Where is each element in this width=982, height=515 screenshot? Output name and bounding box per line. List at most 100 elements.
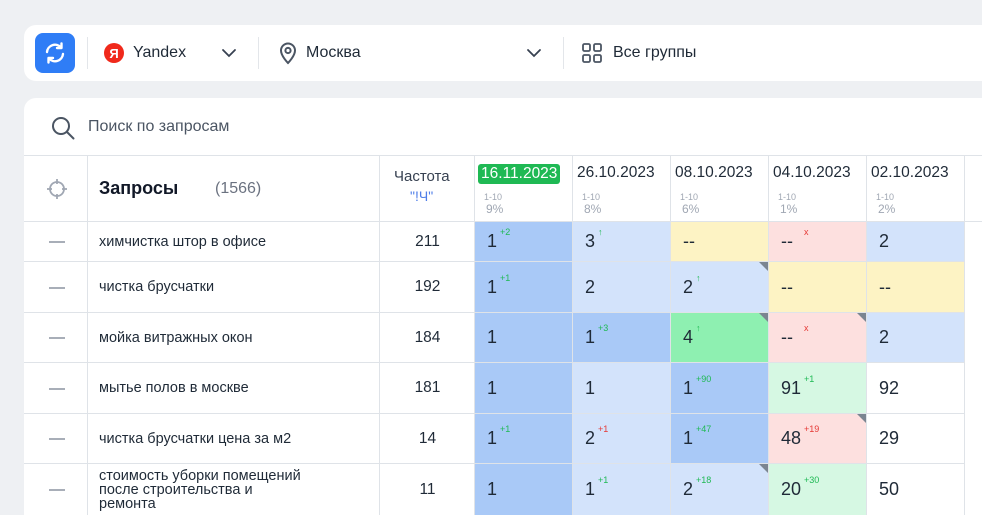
- query-cell[interactable]: мытье полов в москве: [88, 363, 380, 414]
- query-text: стоимость уборки помещений после строите…: [99, 467, 301, 512]
- row-select-cell[interactable]: [24, 414, 88, 464]
- position-cell[interactable]: 1 +90: [671, 363, 769, 414]
- position-change: +18: [696, 475, 712, 485]
- chevron-down-icon[interactable]: [220, 44, 238, 62]
- header-date-cell[interactable]: 04.10.2023 1-10 1%: [769, 156, 867, 221]
- query-text: чистка брусчатки: [99, 279, 215, 295]
- query-cell[interactable]: стоимость уборки помещений после строите…: [88, 464, 380, 515]
- position-cell[interactable]: 1: [475, 464, 573, 515]
- note-marker-icon: [759, 262, 768, 271]
- location-pin-icon: [279, 42, 297, 65]
- divider: [87, 37, 88, 69]
- position-cell[interactable]: 1: [475, 313, 573, 363]
- table-row[interactable]: мойка витражных окон 184 1 1 +3 4 ↑ -- x 2: [24, 313, 982, 363]
- position-cell[interactable]: 1 +2: [475, 222, 573, 262]
- position-cell[interactable]: --: [769, 262, 867, 313]
- divider: [563, 37, 564, 69]
- table-row[interactable]: химчистка штор в офисе 211 1 +2 3 ↑ -- -- x 2: [24, 222, 982, 262]
- table-row[interactable]: чистка брусчатки цена за м2 14 1 +1 2 +1 1 +47 4…: [24, 414, 982, 464]
- position-cell[interactable]: 50: [867, 464, 965, 515]
- position-value: 20: [781, 479, 802, 499]
- position-cell[interactable]: 1: [475, 363, 573, 414]
- engine-selector[interactable]: Я Yandex: [104, 39, 186, 67]
- position-cell[interactable]: 3 ↑: [573, 222, 671, 262]
- position-cell[interactable]: 1: [573, 363, 671, 414]
- header-freq-cell[interactable]: Частота "!Ч": [380, 156, 475, 221]
- header-date-cell[interactable]: 02.10.2023 1-10 2%: [867, 156, 965, 221]
- position-cell[interactable]: 2 ↑: [671, 262, 769, 313]
- position-cell[interactable]: 4 ↑: [671, 313, 769, 363]
- note-marker-icon: [759, 464, 768, 473]
- date-label: 26.10.2023: [577, 164, 655, 181]
- position-cell[interactable]: 1 +3: [573, 313, 671, 363]
- position-cell[interactable]: 2 +18: [671, 464, 769, 515]
- position-cell[interactable]: 20 +30: [769, 464, 867, 515]
- position-value: 3: [585, 231, 596, 251]
- position-cell[interactable]: 2: [867, 222, 965, 262]
- position-value: 29: [879, 428, 900, 448]
- row-select-cell[interactable]: [24, 222, 88, 262]
- frequency-value: 181: [414, 379, 441, 396]
- query-cell[interactable]: мойка витражных окон: [88, 313, 380, 363]
- engine-label: Yandex: [133, 44, 187, 61]
- chevron-down-icon[interactable]: [525, 44, 543, 62]
- position-cell[interactable]: 92: [867, 363, 965, 414]
- refresh-button[interactable]: [35, 33, 75, 73]
- frequency-cell: 184: [380, 313, 475, 363]
- position-cell[interactable]: -- x: [769, 313, 867, 363]
- position-cell[interactable]: 1 +1: [475, 414, 573, 464]
- queries-panel: Запросы (1566) Частота "!Ч" 16.11.20231-…: [24, 98, 982, 515]
- frequency-cell: 211: [380, 222, 475, 262]
- header-date-cell[interactable]: 08.10.2023 1-10 6%: [671, 156, 769, 221]
- position-cell[interactable]: --: [867, 262, 965, 313]
- position-value: --: [683, 231, 695, 251]
- query-cell[interactable]: химчистка штор в офисе: [88, 222, 380, 262]
- position-cell[interactable]: 2: [573, 262, 671, 313]
- table-row[interactable]: мытье полов в москве 181 1 1 1 +90 91 +1 92: [24, 363, 982, 414]
- groups-label: Все группы: [613, 44, 697, 61]
- position-cell[interactable]: 1 +1: [475, 262, 573, 313]
- note-marker-icon: [857, 313, 866, 322]
- target-icon[interactable]: [46, 178, 68, 200]
- position-cell[interactable]: 48 +19: [769, 414, 867, 464]
- position-cell[interactable]: 29: [867, 414, 965, 464]
- position-change: +3: [598, 323, 609, 333]
- header-date-cell[interactable]: 26.10.2023 1-10 8%: [573, 156, 671, 221]
- position-cell[interactable]: -- x: [769, 222, 867, 262]
- position-value: 1: [585, 327, 596, 347]
- frequency-cell: 14: [380, 414, 475, 464]
- query-cell[interactable]: чистка брусчатки: [88, 262, 380, 313]
- position-value: 1: [585, 377, 596, 398]
- position-value: 1: [487, 231, 498, 251]
- row-select-cell[interactable]: [24, 313, 88, 363]
- position-cell[interactable]: 1 +1: [573, 464, 671, 515]
- row-select-cell[interactable]: [24, 363, 88, 414]
- position-change: +1: [500, 424, 511, 434]
- note-marker-icon: [759, 313, 768, 322]
- row-select-cell[interactable]: [24, 464, 88, 515]
- position-change: +19: [804, 424, 820, 434]
- header-date-cell[interactable]: 16.11.2023 1-10 9%: [475, 156, 573, 221]
- search-input[interactable]: [88, 115, 488, 139]
- frequency-cell: 192: [380, 262, 475, 313]
- position-change: +90: [696, 373, 712, 384]
- row-select-cell[interactable]: [24, 262, 88, 313]
- position-cell[interactable]: 2 +1: [573, 414, 671, 464]
- query-text: мойка витражных окон: [99, 329, 253, 346]
- position-cell[interactable]: 1 +47: [671, 414, 769, 464]
- position-value: 2: [879, 327, 890, 347]
- query-text: чистка брусчатки цена за м2: [99, 430, 292, 447]
- region-selector[interactable]: Москва: [278, 39, 361, 67]
- table-row[interactable]: чистка брусчатки 192 1 +1 2 2 ↑ -- --: [24, 262, 982, 313]
- position-value: 1: [487, 276, 498, 297]
- dash-icon: [49, 286, 65, 289]
- position-cell[interactable]: 91 +1: [769, 363, 867, 414]
- position-value: 1: [683, 377, 694, 398]
- position-cell[interactable]: 2: [867, 313, 965, 363]
- position-change: +30: [804, 475, 820, 485]
- groups-selector[interactable]: Все группы: [581, 39, 696, 67]
- query-cell[interactable]: чистка брусчатки цена за м2: [88, 414, 380, 464]
- table-row[interactable]: стоимость уборки помещений после строите…: [24, 464, 982, 515]
- header-queries-cell[interactable]: Запросы (1566): [88, 156, 380, 221]
- position-cell[interactable]: --: [671, 222, 769, 262]
